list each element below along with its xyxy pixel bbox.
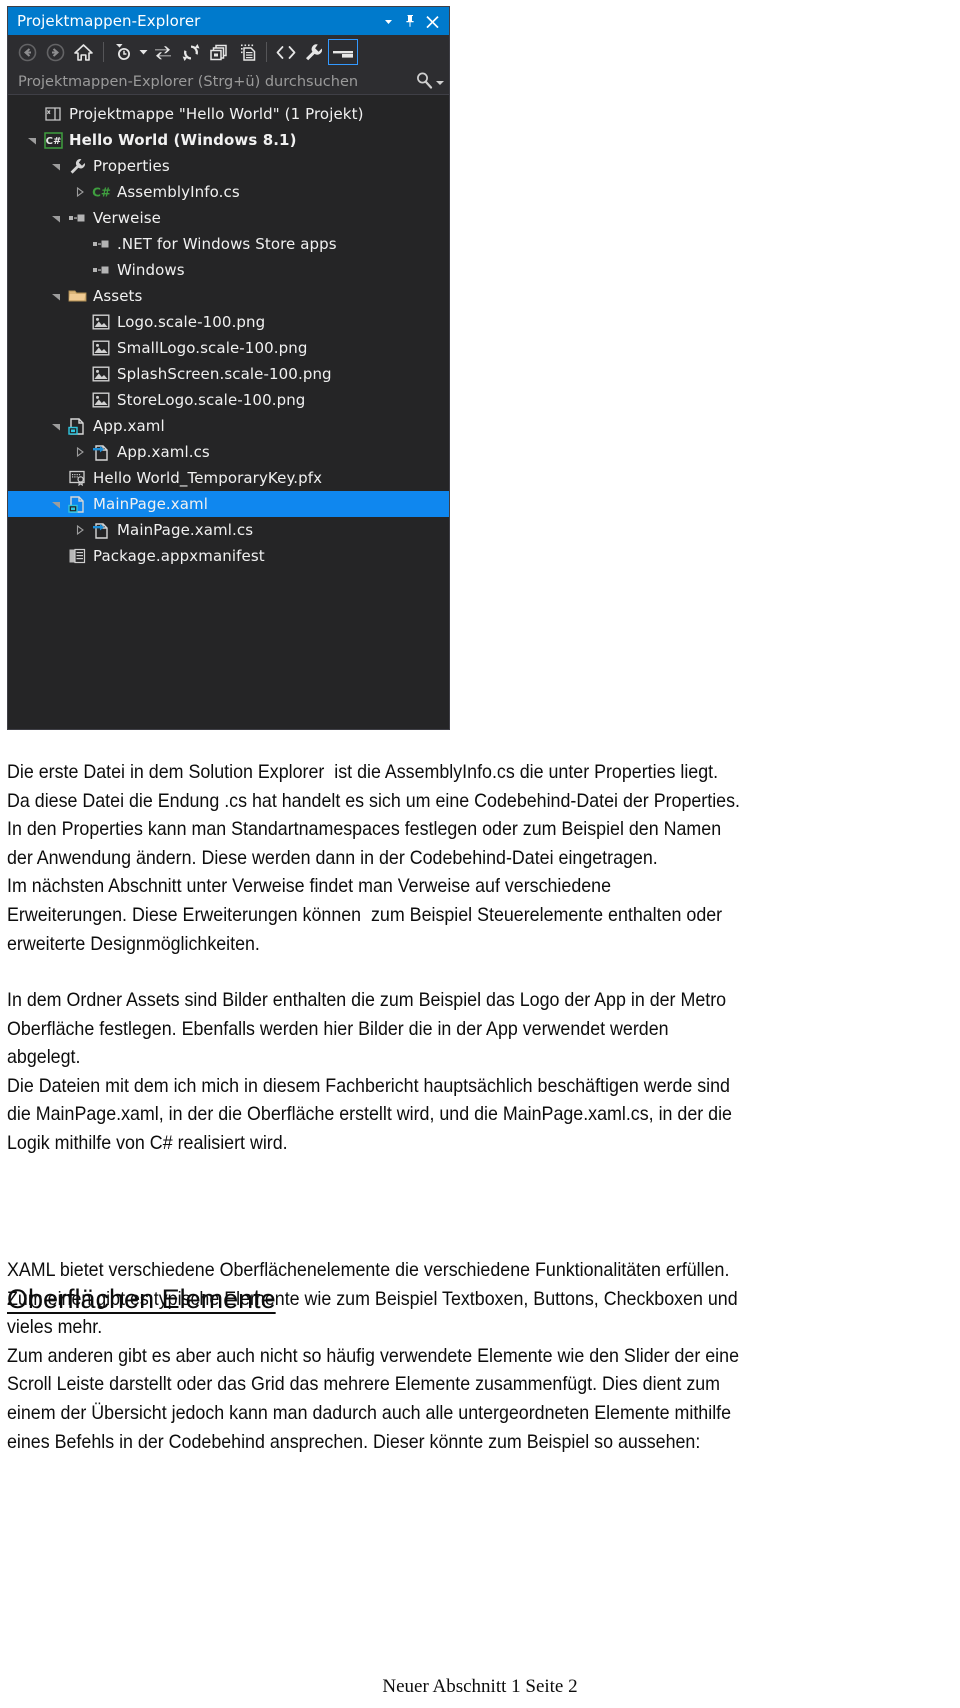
tree-item-label: Logo.scale-100.png — [117, 313, 266, 331]
expander-expanded-icon[interactable] — [22, 135, 42, 145]
svg-text:C#: C# — [92, 186, 111, 200]
tree-item-label: SmallLogo.scale-100.png — [117, 339, 308, 357]
tree-item-label: App.xaml.cs — [117, 443, 210, 461]
tree-item-smalllogo-scale-100-png[interactable]: SmallLogo.scale-100.png — [8, 335, 449, 361]
tree-item-mainpage-xaml-cs[interactable]: MainPage.xaml.cs — [8, 517, 449, 543]
wrench-icon — [66, 156, 88, 176]
tree-item-projektmappe-hello-world-1-projekt[interactable]: Projektmappe "Hello World" (1 Projekt) — [8, 101, 449, 127]
tree-item-label: Properties — [93, 157, 170, 175]
tree-item-hello-world-temporarykey-pfx[interactable]: Hello World_TemporaryKey.pfx — [8, 465, 449, 491]
home-icon[interactable] — [70, 39, 97, 65]
expander-collapsed-icon[interactable] — [70, 447, 90, 457]
tree-item-label: Assets — [93, 287, 143, 305]
tree-item-mainpage-xaml[interactable]: MainPage.xaml — [8, 491, 449, 517]
tree-item-package-appxmanifest[interactable]: Package.appxmanifest — [8, 543, 449, 569]
tree-item-label: StoreLogo.scale-100.png — [117, 391, 306, 409]
tree-item-properties[interactable]: Properties — [8, 153, 449, 179]
expander-expanded-icon[interactable] — [46, 421, 66, 431]
search-box[interactable]: Projektmappen-Explorer (Strg+ü) durchsuc… — [8, 69, 449, 95]
paragraph: In dem Ordner Assets sind Bilder enthalt… — [7, 989, 732, 1154]
image-file-icon — [90, 312, 112, 332]
preview-pane-icon[interactable] — [328, 39, 358, 65]
chevron-down-icon[interactable] — [137, 39, 149, 65]
chevron-down-icon[interactable] — [377, 10, 399, 32]
clock-filter-icon[interactable] — [109, 39, 136, 65]
codebehind-file-icon — [90, 442, 112, 462]
certificate-icon — [66, 468, 88, 488]
page-footer: Neuer Abschnitt 1 Seite 2 — [382, 1676, 578, 1697]
wrench-icon[interactable] — [300, 39, 327, 65]
tree-item-label: AssemblyInfo.cs — [117, 183, 240, 201]
image-file-icon — [90, 338, 112, 358]
tree-item-label: Package.appxmanifest — [93, 547, 265, 565]
tree-item-assets[interactable]: Assets — [8, 283, 449, 309]
toolbar-separator — [266, 42, 267, 62]
expander-expanded-icon[interactable] — [46, 213, 66, 223]
panel-title: Projektmappen-Explorer — [17, 12, 201, 30]
tree-item-verweise[interactable]: Verweise — [8, 205, 449, 231]
references-icon — [90, 260, 112, 280]
tree-item-label: Projektmappe "Hello World" (1 Projekt) — [69, 105, 364, 123]
tree-item-splashscreen-scale-100-png[interactable]: SplashScreen.scale-100.png — [8, 361, 449, 387]
references-icon — [90, 234, 112, 254]
image-file-icon — [90, 364, 112, 384]
chevron-down-icon[interactable] — [435, 72, 445, 91]
solution-icon — [42, 104, 64, 124]
svg-text:C#: C# — [45, 136, 61, 147]
collapse-all-icon[interactable] — [205, 39, 232, 65]
search-input[interactable]: Projektmappen-Explorer (Strg+ü) durchsuc… — [18, 74, 415, 90]
tree-item-label: MainPage.xaml.cs — [117, 521, 254, 539]
tree-item-label: Hello World (Windows 8.1) — [69, 131, 297, 149]
csharp-file-icon: C# — [90, 182, 112, 202]
folder-icon — [66, 286, 88, 306]
code-brackets-icon[interactable] — [272, 39, 299, 65]
panel-title-bar: Projektmappen-Explorer — [8, 7, 449, 35]
solution-tree[interactable]: Projektmappe "Hello World" (1 Projekt) C#… — [8, 95, 449, 729]
csharp-project-icon: C# — [42, 130, 64, 150]
close-icon[interactable] — [421, 10, 443, 32]
search-box-icons — [415, 71, 445, 93]
pin-icon[interactable] — [399, 10, 421, 32]
tree-item-app-xaml[interactable]: App.xaml — [8, 413, 449, 439]
xaml-file-icon — [66, 416, 88, 436]
expander-expanded-icon[interactable] — [46, 291, 66, 301]
paragraph: Die erste Datei in dem Solution Explorer… — [7, 761, 740, 955]
expander-collapsed-icon[interactable] — [70, 525, 90, 535]
tree-item-label: Verweise — [93, 209, 161, 227]
tree-item-assemblyinfo-cs[interactable]: C# AssemblyInfo.cs — [8, 179, 449, 205]
expander-expanded-icon[interactable] — [46, 161, 66, 171]
search-icon[interactable] — [415, 71, 433, 93]
sync-arrows-icon[interactable] — [149, 39, 176, 65]
tree-item-label: SplashScreen.scale-100.png — [117, 365, 332, 383]
references-icon — [66, 208, 88, 228]
back-arrow-icon[interactable] — [14, 39, 41, 65]
tree-item-hello-world-windows-8-1[interactable]: C# Hello World (Windows 8.1) — [8, 127, 449, 153]
solution-explorer-panel: Projektmappen-Explorer Projektmappen-Exp… — [7, 6, 450, 730]
tree-item-logo-scale-100-png[interactable]: Logo.scale-100.png — [8, 309, 449, 335]
tree-item-label: Hello World_TemporaryKey.pfx — [93, 469, 323, 487]
tree-item-label: .NET for Windows Store apps — [117, 235, 337, 253]
tree-item-label: MainPage.xaml — [93, 495, 209, 513]
tree-item-net-for-windows-store-apps[interactable]: .NET for Windows Store apps — [8, 231, 449, 257]
panel-toolbar — [8, 35, 449, 69]
refresh-icon[interactable] — [177, 39, 204, 65]
tree-item-app-xaml-cs[interactable]: App.xaml.cs — [8, 439, 449, 465]
expander-expanded-icon[interactable] — [46, 499, 66, 509]
show-all-files-icon[interactable] — [233, 39, 260, 65]
forward-arrow-icon[interactable] — [42, 39, 69, 65]
tree-item-windows[interactable]: Windows — [8, 257, 449, 283]
toolbar-separator — [103, 42, 104, 62]
tree-item-storelogo-scale-100-png[interactable]: StoreLogo.scale-100.png — [8, 387, 449, 413]
xaml-file-icon — [66, 494, 88, 514]
image-file-icon — [90, 390, 112, 410]
tree-item-label: App.xaml — [93, 417, 165, 435]
tree-item-label: Windows — [117, 261, 185, 279]
expander-collapsed-icon[interactable] — [70, 187, 90, 197]
codebehind-file-icon — [90, 520, 112, 540]
manifest-icon — [66, 546, 88, 566]
paragraph: XAML bietet verschiedene Oberflächenelem… — [7, 1259, 739, 1453]
